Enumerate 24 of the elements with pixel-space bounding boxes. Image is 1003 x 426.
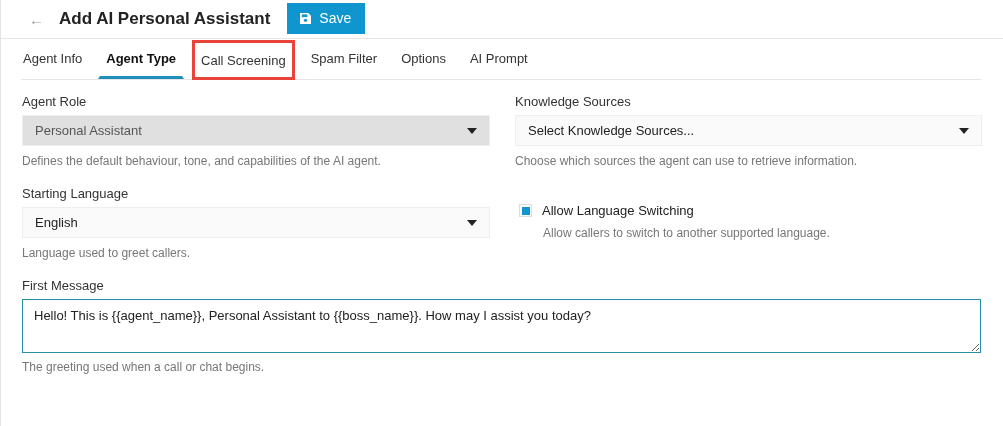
checkbox-label: Allow Language Switching bbox=[542, 203, 694, 218]
field-label: Knowledge Sources bbox=[515, 94, 632, 109]
caret-icon bbox=[959, 127, 969, 134]
language-dropdown[interactable]: English bbox=[22, 207, 490, 238]
tab[interactable]: Call Screening bbox=[192, 40, 295, 80]
field-label: Agent Role bbox=[22, 94, 88, 109]
checkbox[interactable] bbox=[519, 204, 532, 217]
tab[interactable]: Options bbox=[393, 39, 454, 79]
caret-icon bbox=[467, 219, 477, 226]
field-label: First Message bbox=[22, 278, 105, 293]
help-text: The greeting used when a call or chat begins. bbox=[22, 360, 266, 374]
help-text: Allow callers to switch to another supported language. bbox=[543, 226, 831, 240]
tab[interactable]: Agent Type bbox=[98, 39, 185, 79]
help-text: Defines the default behaviour, tone, and capabilities of the AI agent. bbox=[22, 154, 382, 168]
tab[interactable]: AI Prompt bbox=[461, 39, 536, 79]
page-title: Add AI Personal Assistant bbox=[59, 9, 271, 29]
help-text: Choose which sources the agent can use to retrieve information. bbox=[515, 154, 859, 168]
tab[interactable]: Spam Filter bbox=[302, 39, 386, 79]
help-text: Language used to greet callers. bbox=[22, 246, 192, 260]
message-field[interactable]: Hello! This is {{agent_name}}, Personal Assistant to {{boss_name}}. How may I assist you today? bbox=[22, 299, 981, 353]
caret-icon bbox=[467, 127, 477, 134]
tab[interactable]: Agent Info bbox=[21, 39, 91, 79]
knowledge-sources-dropdown[interactable]: Select Knowledge Sources... bbox=[515, 115, 982, 146]
field-label: Starting Language bbox=[22, 186, 130, 201]
